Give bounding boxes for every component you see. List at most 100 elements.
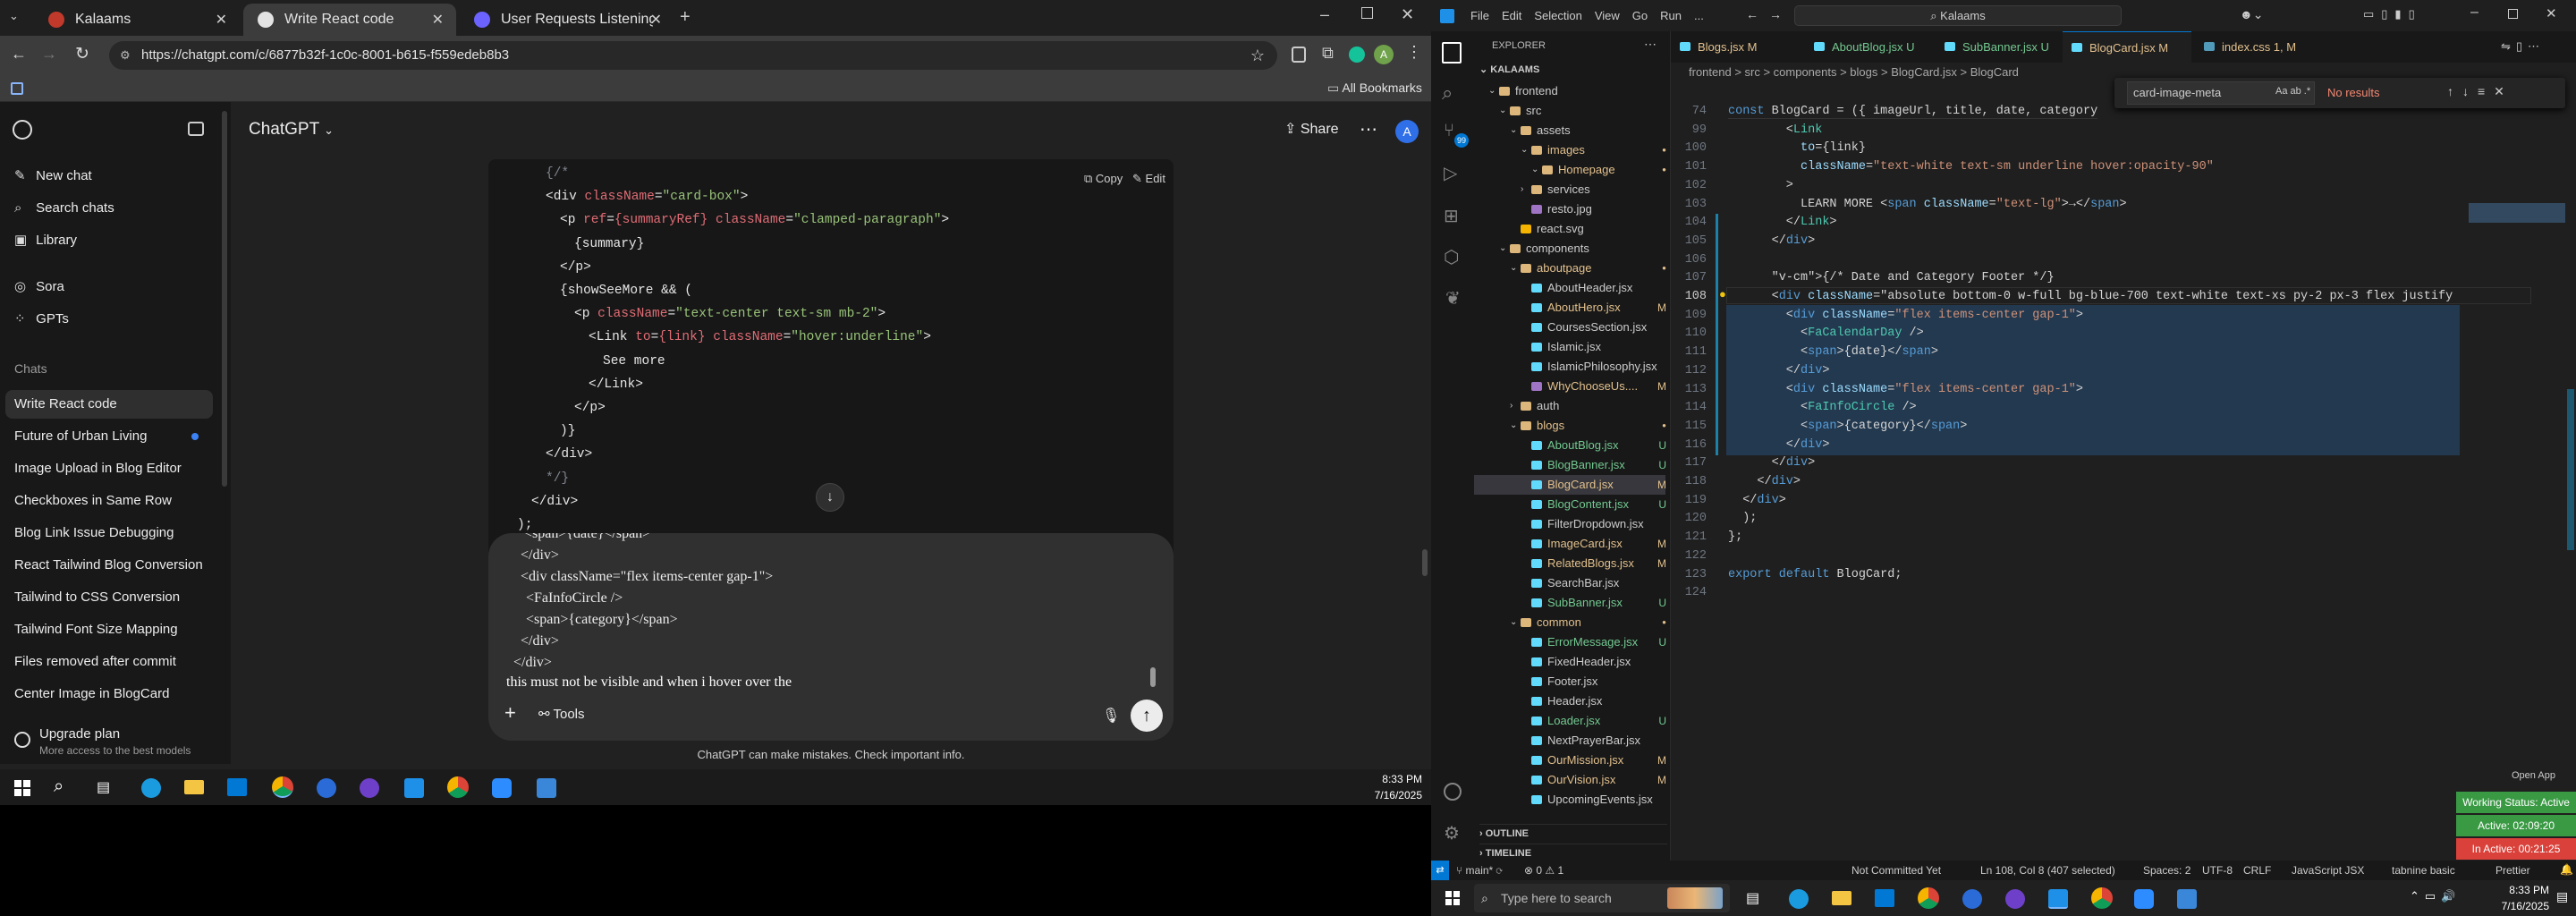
remote-indicator[interactable]: ⇄: [1431, 861, 1449, 880]
model-selector[interactable]: ChatGPT ⌄: [249, 120, 334, 140]
browser-tab-user-requests[interactable]: User Requests Listening Assista ✕: [460, 4, 674, 36]
main-scrollbar[interactable]: [1422, 549, 1428, 576]
composer-text[interactable]: <span>{date}</span> </div> <div className=…: [488, 533, 1168, 703]
settings-gear-icon[interactable]: ⚙: [1444, 822, 1460, 844]
upgrade-plan-button[interactable]: Upgrade plan More access to the best mod…: [14, 725, 220, 760]
chat-item[interactable]: Future of Urban Living: [14, 422, 215, 451]
tree-item[interactable]: RelatedBlogs.jsx M: [1474, 554, 1666, 573]
tree-item[interactable]: BlogContent.jsx U: [1474, 495, 1666, 514]
tree-item[interactable]: Header.jsx: [1474, 691, 1665, 711]
timeline-section[interactable]: › TIMELINE: [1479, 844, 1667, 859]
explorer-icon[interactable]: [1442, 42, 1462, 64]
vscode-icon[interactable]: [2048, 889, 2068, 909]
search-icon[interactable]: ⌕: [1442, 81, 1453, 105]
apps-icon[interactable]: [11, 82, 23, 95]
windows-start-icon[interactable]: [14, 780, 30, 796]
editor-tab[interactable]: Blogs.jsx M: [1671, 31, 1801, 63]
tree-item[interactable]: NextPrayerBar.jsx: [1474, 731, 1665, 751]
tree-item[interactable]: FilterDropdown.jsx: [1474, 514, 1665, 534]
chat-item[interactable]: React Tailwind Blog Conversion: [14, 551, 215, 580]
chat-item[interactable]: Checkboxes in Same Row: [14, 487, 215, 515]
store-icon[interactable]: [227, 778, 247, 796]
match-case-icon[interactable]: Aa ab .*: [2275, 86, 2310, 97]
tree-item[interactable]: react.svg: [1474, 219, 1665, 239]
chrome-menu-icon[interactable]: ⋮: [1406, 43, 1422, 62]
extensions-icon[interactable]: ⧉: [1322, 44, 1334, 63]
notifications-icon[interactable]: 🔔: [2560, 863, 2573, 876]
microphone-icon[interactable]: 🎙: [1102, 707, 1120, 725]
find-widget[interactable]: card-image-meta Aa ab .* No results ↑↓≡✕: [2114, 78, 2565, 108]
tree-item[interactable]: ⌄ common ●: [1474, 613, 1666, 632]
chat-item[interactable]: Write React code: [14, 390, 215, 419]
tools-button[interactable]: ⚯ Tools: [538, 706, 585, 722]
tree-item[interactable]: FixedHeader.jsx: [1474, 652, 1665, 672]
taskbar-date[interactable]: 7/16/2025: [2469, 900, 2549, 912]
encoding[interactable]: UTF-8: [2202, 864, 2233, 877]
new-chat-button[interactable]: ✎ New chat: [14, 163, 92, 190]
editor-tab[interactable]: SubBanner.jsx U: [1936, 31, 2059, 63]
maximize-icon[interactable]: [1361, 7, 1373, 19]
sora-button[interactable]: ◎ Sora: [14, 274, 64, 301]
copilot-icon[interactable]: ☻⌄: [2240, 7, 2263, 22]
github-icon[interactable]: [360, 778, 379, 798]
chat-item[interactable]: Tailwind to CSS Conversion: [14, 583, 215, 612]
close-window-icon[interactable]: ✕: [1401, 5, 1414, 24]
chat-item[interactable]: Blog Link Issue Debugging: [14, 519, 215, 547]
minimize-icon[interactable]: –: [2470, 4, 2479, 21]
close-tab-icon[interactable]: ✕: [650, 11, 662, 29]
minimize-icon[interactable]: –: [1320, 5, 1329, 24]
taskbar-time[interactable]: 8:33 PM: [1342, 773, 1422, 785]
all-bookmarks-button[interactable]: ▭ All Bookmarks: [1327, 81, 1422, 96]
tree-item[interactable]: ⌄ src: [1474, 101, 1665, 121]
editor-tab[interactable]: index.css 1, M: [2195, 31, 2329, 63]
search-icon[interactable]: ⌕: [54, 776, 64, 797]
problems-indicator[interactable]: ⊗ 0 ⚠ 1: [1524, 864, 1563, 877]
editor-tab[interactable]: AboutBlog.jsx U: [1805, 31, 1932, 63]
open-app-label[interactable]: Open App: [2512, 770, 2555, 781]
tree-item[interactable]: BlogCard.jsx M: [1474, 475, 1666, 495]
line-ending[interactable]: CRLF: [2243, 864, 2271, 877]
app-icon[interactable]: [2177, 889, 2197, 909]
tree-item[interactable]: ⌄ blogs ●: [1474, 416, 1666, 436]
store-icon[interactable]: [1875, 889, 1894, 907]
layout-icons[interactable]: ▭▯▮▯: [2363, 7, 2422, 21]
file-explorer-icon[interactable]: [184, 780, 204, 794]
tray-icons[interactable]: ⌃▭🔊: [2410, 889, 2461, 903]
tree-item[interactable]: ⌄ images ●: [1474, 140, 1666, 160]
task-view-icon[interactable]: ▤: [97, 778, 110, 796]
close-window-icon[interactable]: ✕: [2546, 5, 2557, 21]
taskbar-date[interactable]: 7/16/2025: [1342, 789, 1422, 802]
tree-item[interactable]: SearchBar.jsx: [1474, 573, 1665, 593]
close-tab-icon[interactable]: ✕: [432, 11, 444, 29]
accounts-icon[interactable]: [1444, 783, 1462, 801]
maximize-icon[interactable]: [2508, 9, 2518, 19]
close-sidebar-icon[interactable]: [188, 122, 204, 136]
outline-section[interactable]: › OUTLINE: [1479, 824, 1667, 839]
task-view-icon[interactable]: ▤: [1746, 889, 1759, 907]
tree-item[interactable]: › auth: [1474, 396, 1665, 416]
chrome-icon[interactable]: [1918, 887, 1939, 909]
github-icon[interactable]: [2005, 889, 2025, 909]
composer-scrollbar[interactable]: [1150, 667, 1156, 687]
more-options-icon[interactable]: ⋯: [1360, 118, 1377, 140]
bookmark-star-icon[interactable]: ☆: [1250, 41, 1265, 70]
tree-item[interactable]: ErrorMessage.jsx U: [1474, 632, 1666, 652]
tree-item[interactable]: ⌄ aboutpage ●: [1474, 259, 1666, 278]
tree-item[interactable]: ⌄ Homepage ●: [1474, 160, 1666, 180]
share-button[interactable]: ⇪ Share: [1284, 120, 1339, 138]
nav-forward-icon[interactable]: →: [1769, 7, 1782, 21]
tree-item[interactable]: ⌄ assets: [1474, 121, 1665, 140]
editor-scrollbar[interactable]: [2567, 389, 2574, 550]
nav-back-icon[interactable]: ←: [1746, 7, 1758, 21]
tree-item[interactable]: Loader.jsx U: [1474, 711, 1666, 731]
tree-item[interactable]: SubBanner.jsx U: [1474, 593, 1666, 613]
zoom-icon[interactable]: [492, 778, 512, 798]
openai-logo-icon[interactable]: [13, 120, 32, 140]
site-info-icon[interactable]: ⚙: [120, 41, 131, 70]
chrome-icon[interactable]: [272, 776, 293, 798]
app-icon[interactable]: [537, 778, 556, 798]
extension-icon[interactable]: [1292, 47, 1306, 63]
profile-avatar[interactable]: A: [1374, 45, 1394, 64]
tree-item[interactable]: Islamic.jsx: [1474, 337, 1665, 357]
app-icon[interactable]: [1962, 889, 1982, 909]
